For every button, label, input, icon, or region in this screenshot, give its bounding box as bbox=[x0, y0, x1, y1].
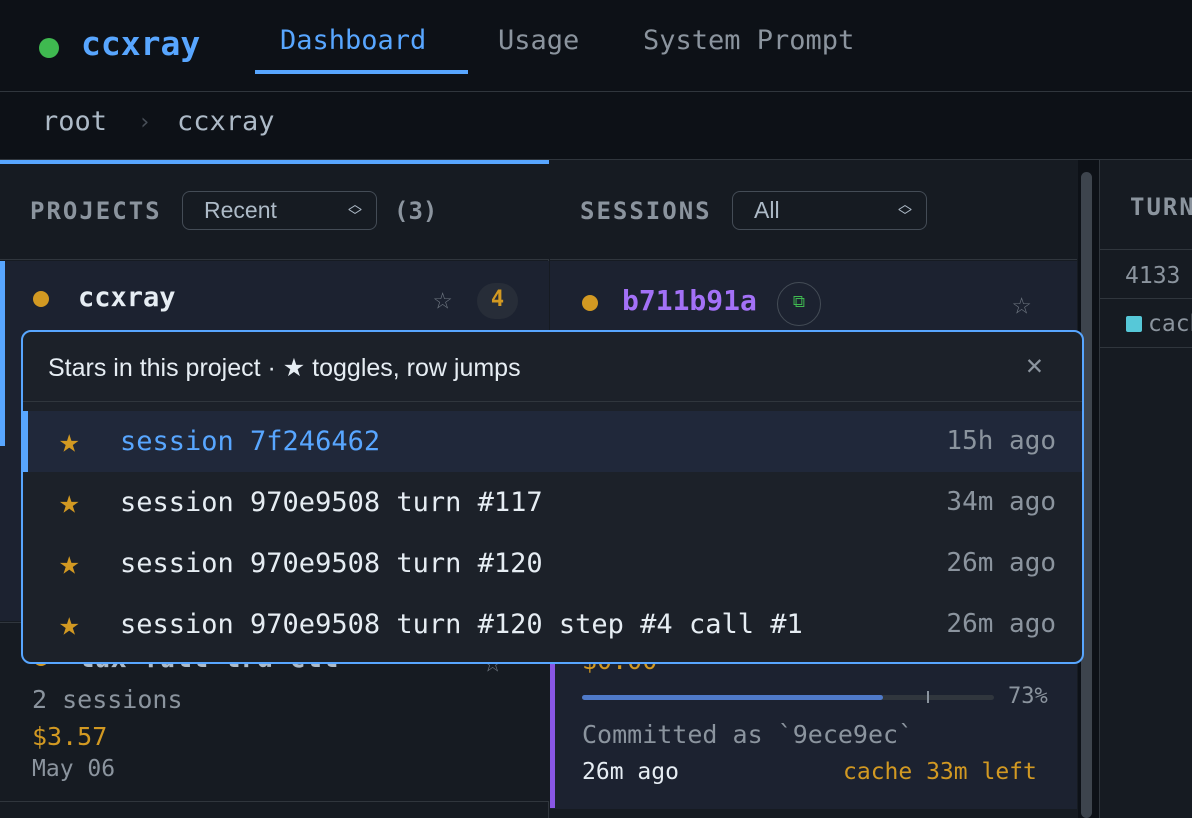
starred-item-label: session 970e9508 turn #120 bbox=[120, 548, 543, 579]
app-title: ccxray bbox=[81, 24, 201, 63]
projects-sort-value: Recent bbox=[204, 197, 277, 223]
project-name: ccxray bbox=[78, 282, 176, 313]
select-chevron-icon: ︿ ﹀ bbox=[898, 196, 912, 224]
progress-threshold-marker bbox=[927, 691, 929, 703]
project-selected-accent bbox=[0, 261, 5, 446]
cache-legend-swatch bbox=[1126, 316, 1142, 332]
copy-icon[interactable]: ⧉ bbox=[777, 282, 821, 326]
stars-popover: Stars in this project · ★ toggles, row j… bbox=[21, 330, 1084, 664]
projects-count: (3) bbox=[394, 197, 438, 225]
starred-item-label: session 970e9508 turn #117 bbox=[120, 487, 543, 518]
popover-title: Stars in this project · ★ toggles, row j… bbox=[48, 354, 521, 382]
session-id[interactable]: b711b91a bbox=[622, 284, 757, 317]
star-filled-icon[interactable]: ★ bbox=[59, 482, 79, 522]
turns-divider bbox=[1100, 298, 1192, 299]
starred-item-time: 15h ago bbox=[946, 426, 1056, 456]
project-status-dot bbox=[33, 291, 49, 307]
turns-divider bbox=[1100, 347, 1192, 348]
starred-item[interactable]: ★ session 970e9508 turn #117 34m ago bbox=[23, 472, 1082, 533]
status-indicator bbox=[39, 38, 59, 58]
starred-item[interactable]: ★ session 970e9508 turn #120 step #4 cal… bbox=[23, 594, 1082, 655]
star-count-badge: 4 bbox=[477, 283, 518, 319]
projects-sort-select[interactable]: Recent ︿ ﹀ bbox=[182, 191, 377, 230]
starred-item-time: 26m ago bbox=[946, 548, 1056, 578]
turns-value: 4133 bbox=[1125, 263, 1181, 289]
turns-panel bbox=[1099, 160, 1192, 818]
tab-system-prompt[interactable]: System Prompt bbox=[643, 25, 854, 56]
cache-remaining: cache 33m left bbox=[843, 759, 1037, 785]
project-date: May 06 bbox=[32, 756, 116, 782]
turns-title: TURN bbox=[1130, 193, 1192, 221]
active-tab-underline bbox=[255, 70, 468, 74]
breadcrumb-separator-icon: › bbox=[138, 110, 152, 135]
star-filled-icon[interactable]: ★ bbox=[59, 604, 79, 644]
tab-dashboard[interactable]: Dashboard bbox=[280, 25, 426, 56]
starred-item-label: session 970e9508 turn #120 step #4 call … bbox=[120, 609, 803, 640]
select-chevron-icon: ︿ ﹀ bbox=[348, 196, 362, 224]
starred-item-label: session 7f246462 bbox=[120, 426, 381, 457]
session-status-dot bbox=[582, 295, 598, 311]
star-outline-icon[interactable]: ☆ bbox=[433, 279, 452, 317]
sessions-filter-value: All bbox=[754, 197, 780, 223]
tab-usage[interactable]: Usage bbox=[498, 25, 579, 56]
commit-message: Committed as `9ece9ec` bbox=[582, 720, 914, 749]
project-session-count: 2 sessions bbox=[32, 685, 183, 714]
star-outline-icon[interactable]: ☆ bbox=[1012, 284, 1031, 322]
turns-legend-label: cach bbox=[1148, 311, 1192, 337]
context-progress-label: 73% bbox=[1008, 684, 1048, 709]
starred-item[interactable]: ★ session 970e9508 turn #120 26m ago bbox=[23, 533, 1082, 594]
breadcrumb-root[interactable]: root bbox=[42, 106, 107, 137]
close-icon[interactable]: ✕ bbox=[1026, 348, 1043, 381]
project-cost: $3.57 bbox=[32, 722, 108, 751]
session-time: 26m ago bbox=[582, 759, 679, 785]
starred-item-selected-accent bbox=[23, 411, 28, 472]
context-progress-fill bbox=[582, 695, 883, 700]
star-filled-icon[interactable]: ★ bbox=[59, 421, 79, 461]
session-card-accent bbox=[550, 640, 555, 808]
starred-item-time: 34m ago bbox=[946, 487, 1056, 517]
star-filled-icon[interactable]: ★ bbox=[59, 543, 79, 583]
breadcrumb-current: ccxray bbox=[177, 106, 275, 137]
sessions-title: SESSIONS bbox=[580, 197, 712, 225]
starred-item[interactable]: ★ session 7f246462 15h ago bbox=[23, 411, 1082, 472]
sessions-filter-select[interactable]: All ︿ ﹀ bbox=[732, 191, 927, 230]
popover-header: Stars in this project · ★ toggles, row j… bbox=[23, 332, 1082, 402]
context-progress-bar bbox=[582, 695, 994, 700]
starred-item-time: 26m ago bbox=[946, 609, 1056, 639]
projects-title: PROJECTS bbox=[30, 197, 162, 225]
